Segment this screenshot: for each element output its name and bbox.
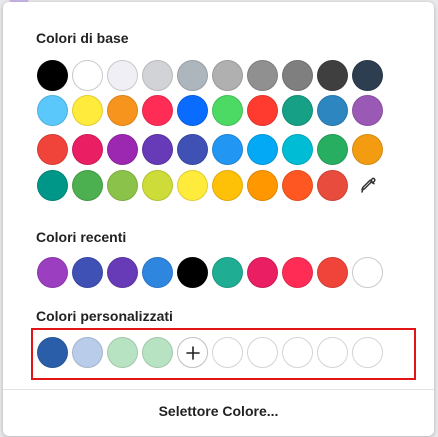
color-swatch[interactable] — [212, 95, 243, 126]
color-swatch[interactable] — [177, 95, 208, 126]
color-swatch[interactable] — [247, 60, 278, 91]
color-swatch[interactable] — [72, 60, 103, 91]
color-swatch[interactable] — [317, 134, 348, 165]
custom-colors-title: Colori personalizzati — [36, 308, 173, 324]
color-swatch[interactable] — [352, 60, 383, 91]
color-swatch[interactable] — [212, 170, 243, 201]
color-swatch[interactable] — [177, 134, 208, 165]
color-swatch[interactable] — [107, 134, 138, 165]
divider — [3, 389, 434, 390]
recent-color-swatch[interactable] — [212, 257, 243, 288]
color-swatch[interactable] — [247, 170, 278, 201]
color-swatch[interactable] — [212, 134, 243, 165]
color-swatch[interactable] — [37, 60, 68, 91]
color-swatch[interactable] — [72, 170, 103, 201]
color-swatch[interactable] — [37, 134, 68, 165]
color-swatch[interactable] — [177, 60, 208, 91]
recent-color-swatch[interactable] — [72, 257, 103, 288]
color-swatch[interactable] — [352, 134, 383, 165]
recent-color-swatch[interactable] — [247, 257, 278, 288]
base-colors-row — [37, 95, 383, 126]
color-swatch[interactable] — [317, 95, 348, 126]
color-swatch[interactable] — [107, 95, 138, 126]
recent-color-swatch[interactable] — [37, 257, 68, 288]
base-colors-title: Colori di base — [36, 30, 129, 46]
recent-color-swatch[interactable] — [317, 257, 348, 288]
color-swatch[interactable] — [247, 134, 278, 165]
color-picker-button[interactable]: Selettore Colore... — [3, 403, 434, 419]
recent-color-swatch[interactable] — [352, 257, 383, 288]
base-colors-row — [37, 134, 383, 165]
color-swatch[interactable] — [247, 95, 278, 126]
base-colors-row — [37, 60, 383, 91]
color-swatch[interactable] — [37, 170, 68, 201]
color-swatch[interactable] — [72, 95, 103, 126]
eyedropper-icon[interactable] — [352, 170, 383, 201]
color-swatch[interactable] — [317, 60, 348, 91]
recent-color-swatch[interactable] — [177, 257, 208, 288]
recent-colors-title: Colori recenti — [36, 229, 127, 245]
color-swatch[interactable] — [107, 60, 138, 91]
color-swatch[interactable] — [177, 170, 208, 201]
color-swatch[interactable] — [142, 134, 173, 165]
recent-color-swatch[interactable] — [142, 257, 173, 288]
recent-colors-row — [37, 257, 383, 288]
color-swatch[interactable] — [142, 60, 173, 91]
color-swatch[interactable] — [107, 170, 138, 201]
color-swatch[interactable] — [142, 170, 173, 201]
color-swatch[interactable] — [317, 170, 348, 201]
color-swatch[interactable] — [37, 95, 68, 126]
color-picker-panel: Colori di base Colori recenti Colori per… — [3, 2, 434, 436]
color-swatch[interactable] — [212, 60, 243, 91]
color-swatch[interactable] — [352, 95, 383, 126]
recent-color-swatch[interactable] — [107, 257, 138, 288]
base-colors-row — [37, 170, 383, 201]
color-swatch[interactable] — [282, 95, 313, 126]
recent-color-swatch[interactable] — [282, 257, 313, 288]
custom-colors-highlight — [31, 328, 416, 380]
color-swatch[interactable] — [72, 134, 103, 165]
color-swatch[interactable] — [282, 134, 313, 165]
color-swatch[interactable] — [282, 170, 313, 201]
color-swatch[interactable] — [282, 60, 313, 91]
color-swatch[interactable] — [142, 95, 173, 126]
